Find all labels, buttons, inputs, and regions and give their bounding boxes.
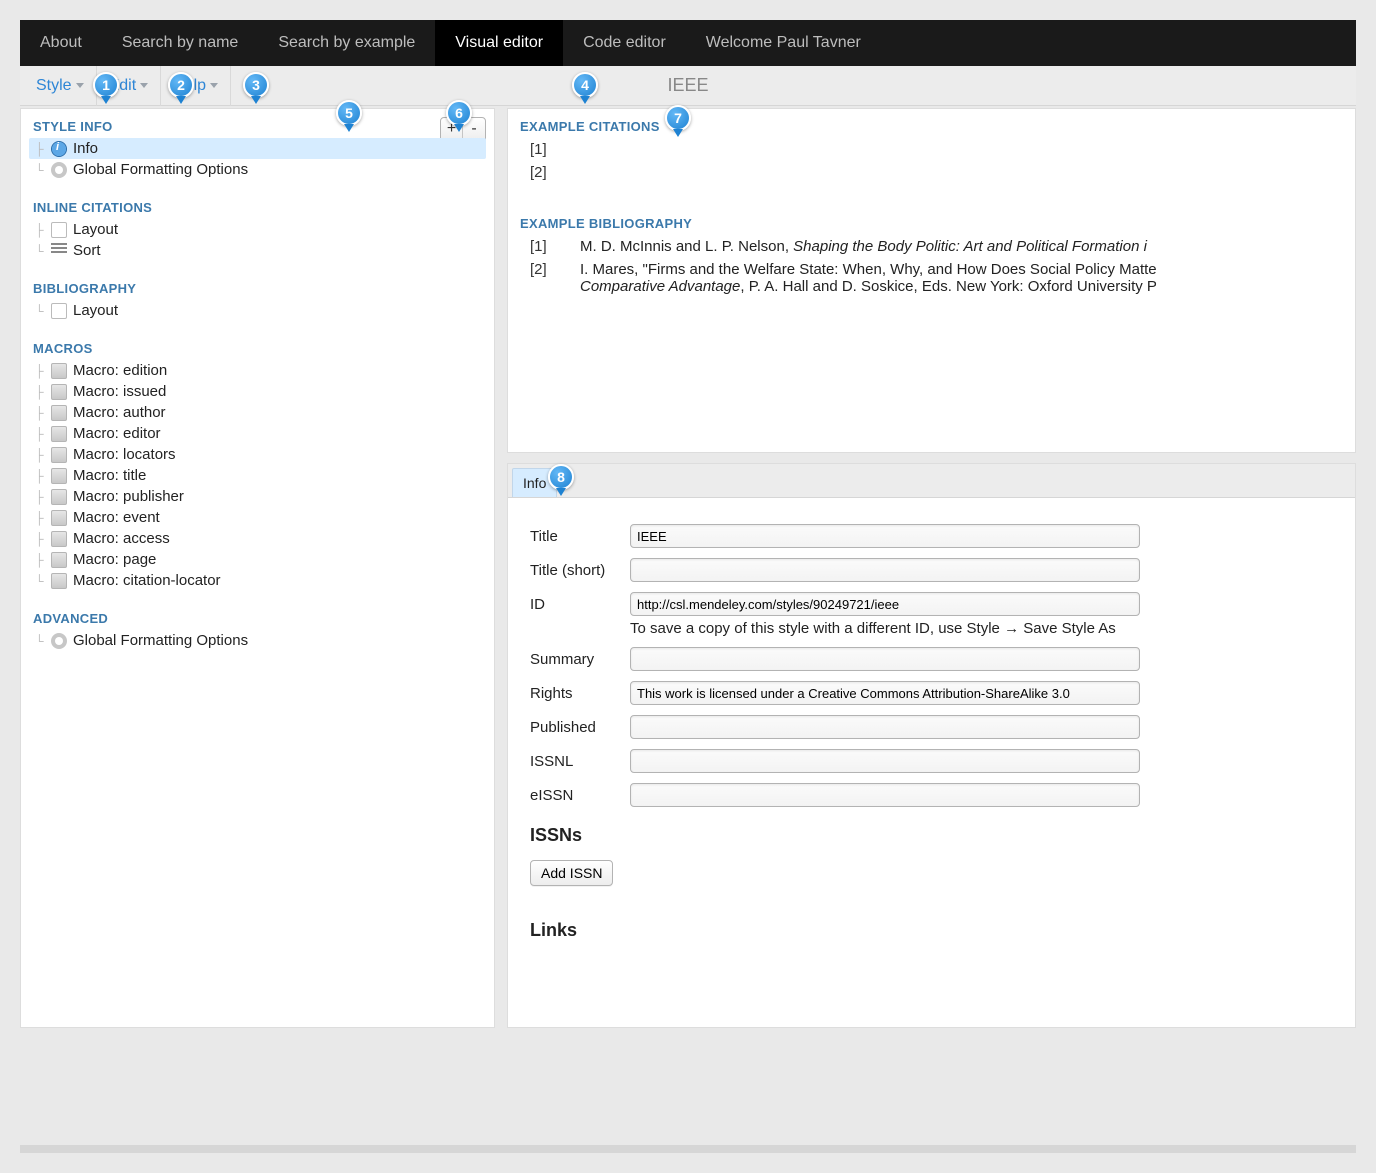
tree-item-macro[interactable]: ├Macro: issued <box>29 381 486 402</box>
label-rights: Rights <box>530 685 620 702</box>
callout-4: 4 <box>572 72 598 98</box>
box-icon <box>51 426 67 442</box>
box-icon <box>51 447 67 463</box>
tree-head-inline-citations: INLINE CITATIONS <box>21 190 494 219</box>
tree-item-advanced-global-formatting[interactable]: └Global Formatting Options <box>29 630 486 651</box>
tree-head-macros: MACROS <box>21 331 494 360</box>
label-title: Title <box>530 528 620 545</box>
label-issnl: ISSNL <box>530 753 620 770</box>
biblio-entry-2: [2] I. Mares, "Firms and the Welfare Sta… <box>508 258 1355 298</box>
box-icon <box>51 510 67 526</box>
callout-5: 5 <box>336 100 362 126</box>
info-form: Title Title (short) ID To save a copy of… <box>508 498 1355 981</box>
page-icon <box>51 222 67 238</box>
gear-icon <box>51 633 67 649</box>
tree-item-macro[interactable]: ├Macro: publisher <box>29 486 486 507</box>
example-citation-2: [2] <box>508 161 1355 184</box>
chevron-down-icon <box>76 83 84 88</box>
info-tabbar: Info <box>508 464 1355 498</box>
tree-item-macro[interactable]: ├Macro: page <box>29 549 486 570</box>
tree-item-biblio-layout[interactable]: └Layout <box>29 300 486 321</box>
callout-8: 8 <box>548 464 574 490</box>
box-icon <box>51 384 67 400</box>
menu-style[interactable]: Style <box>24 66 97 106</box>
tree-item-macro[interactable]: ├Macro: event <box>29 507 486 528</box>
tree-head-bibliography: BIBLIOGRAPHY <box>21 271 494 300</box>
right-column: EXAMPLE CITATIONS [1] [2] EXAMPLE BIBLIO… <box>507 108 1356 1028</box>
info-panel: Info Title Title (short) ID To save a co… <box>507 463 1356 1028</box>
box-icon <box>51 489 67 505</box>
tree-item-info[interactable]: ├Info <box>29 138 486 159</box>
sort-icon <box>51 243 67 259</box>
tree-panel: + - STYLE INFO ├Info └Global Formatting … <box>20 108 495 1028</box>
id-hint: To save a copy of this style with a diff… <box>530 620 1333 637</box>
tree-item-macro[interactable]: ├Macro: title <box>29 465 486 486</box>
tree-head-style-info: STYLE INFO <box>21 109 494 138</box>
links-heading: Links <box>530 920 1333 941</box>
example-biblio-head: EXAMPLE BIBLIOGRAPHY <box>508 206 1355 235</box>
label-eissn: eISSN <box>530 787 620 804</box>
tree-head-advanced: ADVANCED <box>21 601 494 630</box>
tree-item-global-formatting[interactable]: └Global Formatting Options <box>29 159 486 180</box>
tree-item-macro[interactable]: ├Macro: editor <box>29 423 486 444</box>
callout-1: 1 <box>93 72 119 98</box>
tree-item-macro[interactable]: ├Macro: locators <box>29 444 486 465</box>
info-icon <box>51 141 67 157</box>
callout-3: 3 <box>243 72 269 98</box>
tree-item-macro[interactable]: ├Macro: edition <box>29 360 486 381</box>
label-title-short: Title (short) <box>530 562 620 579</box>
gear-icon <box>51 162 67 178</box>
nav-search-by-example[interactable]: Search by example <box>258 20 435 66</box>
box-icon <box>51 405 67 421</box>
nav-about[interactable]: About <box>20 20 102 66</box>
input-issnl[interactable] <box>630 749 1140 773</box>
label-id: ID <box>530 596 620 613</box>
top-nav: About Search by name Search by example V… <box>20 20 1356 66</box>
input-published[interactable] <box>630 715 1140 739</box>
chevron-down-icon <box>210 83 218 88</box>
box-icon <box>51 573 67 589</box>
biblio-entry-1: [1] M. D. McInnis and L. P. Nelson, Shap… <box>508 235 1355 258</box>
tree-item-macro[interactable]: ├Macro: access <box>29 528 486 549</box>
nav-welcome-user[interactable]: Welcome Paul Tavner <box>686 20 881 66</box>
example-citations-head: EXAMPLE CITATIONS <box>508 109 1355 138</box>
footer-bar <box>20 1145 1356 1153</box>
example-citation-1: [1] <box>508 138 1355 161</box>
tree-item-inline-sort[interactable]: └Sort <box>29 240 486 261</box>
nav-code-editor[interactable]: Code editor <box>563 20 686 66</box>
input-title-short[interactable] <box>630 558 1140 582</box>
input-eissn[interactable] <box>630 783 1140 807</box>
toolbar: Style Edit Help IEEE <box>20 66 1356 106</box>
input-rights[interactable] <box>630 681 1140 705</box>
issns-heading: ISSNs <box>530 825 1333 846</box>
callout-2: 2 <box>168 72 194 98</box>
input-title[interactable] <box>630 524 1140 548</box>
box-icon <box>51 468 67 484</box>
add-issn-button[interactable]: Add ISSN <box>530 860 613 886</box>
nav-visual-editor[interactable]: Visual editor <box>435 20 563 66</box>
callout-6: 6 <box>446 100 472 126</box>
label-summary: Summary <box>530 651 620 668</box>
tree-item-macro[interactable]: └Macro: citation-locator <box>29 570 486 591</box>
input-id[interactable] <box>630 592 1140 616</box>
workspace: + - STYLE INFO ├Info └Global Formatting … <box>20 108 1356 1028</box>
chevron-down-icon <box>140 83 148 88</box>
box-icon <box>51 531 67 547</box>
menu-style-label: Style <box>36 77 72 95</box>
label-published: Published <box>530 719 620 736</box>
tree-item-inline-layout[interactable]: ├Layout <box>29 219 486 240</box>
tree-item-macro[interactable]: ├Macro: author <box>29 402 486 423</box>
nav-search-by-name[interactable]: Search by name <box>102 20 259 66</box>
style-title: IEEE <box>667 75 708 96</box>
box-icon <box>51 552 67 568</box>
examples-panel: EXAMPLE CITATIONS [1] [2] EXAMPLE BIBLIO… <box>507 108 1356 453</box>
input-summary[interactable] <box>630 647 1140 671</box>
page-icon <box>51 303 67 319</box>
box-icon <box>51 363 67 379</box>
callout-7: 7 <box>665 105 691 131</box>
